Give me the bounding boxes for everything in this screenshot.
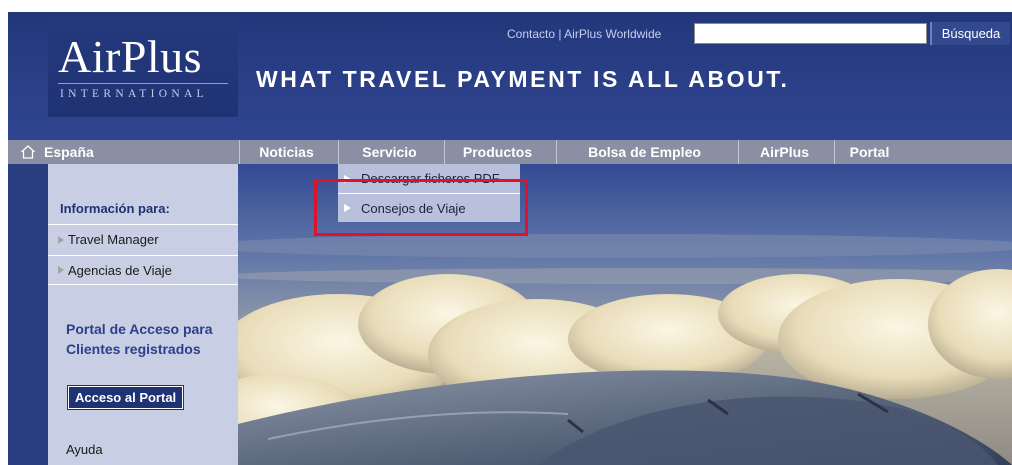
nav-item-airplus[interactable]: AirPlus xyxy=(738,140,830,164)
top-links-separator: | xyxy=(558,27,562,41)
search-input[interactable] xyxy=(694,23,927,44)
portal-heading-line2: Clientes registrados xyxy=(66,341,201,357)
contact-link[interactable]: Contacto xyxy=(507,27,555,41)
highlight-annotation xyxy=(314,179,528,236)
sidebar-item-label: Travel Manager xyxy=(68,232,159,247)
sidebar-item-agencias-de-viaje[interactable]: Agencias de Viaje xyxy=(48,255,238,285)
nav-item-bolsa-de-empleo[interactable]: Bolsa de Empleo xyxy=(556,140,732,164)
home-icon xyxy=(21,145,35,159)
sidebar-title: Información para: xyxy=(48,192,238,224)
page-frame: AirPlus INTERNATIONAL WHAT TRAVEL PAYMEN… xyxy=(8,12,1012,465)
portal-access-button[interactable]: Acceso al Portal xyxy=(66,385,185,410)
nav-home-label: España xyxy=(44,144,94,160)
sidebar-item-label: Agencias de Viaje xyxy=(68,262,172,278)
nav-item-productos[interactable]: Productos xyxy=(444,140,550,164)
nav-home[interactable]: España xyxy=(8,140,238,164)
search-button[interactable]: Búsqueda xyxy=(930,22,1010,45)
tagline: WHAT TRAVEL PAYMENT IS ALL ABOUT. xyxy=(256,66,790,92)
main-nav: España Noticias Servicio Productos Bolsa… xyxy=(8,140,1012,164)
sidebar-item-travel-manager[interactable]: Travel Manager xyxy=(48,224,238,254)
nav-item-noticias[interactable]: Noticias xyxy=(239,140,333,164)
logo-divider xyxy=(58,83,228,84)
left-sidebar: Información para: Travel Manager Agencia… xyxy=(48,164,238,465)
logo-wordmark[interactable]: AirPlus xyxy=(58,30,202,83)
nav-item-servicio[interactable]: Servicio xyxy=(338,140,440,164)
site-header: AirPlus INTERNATIONAL WHAT TRAVEL PAYMEN… xyxy=(8,12,1012,140)
portal-heading: Portal de Acceso para Clientes registrad… xyxy=(66,319,213,359)
worldwide-link[interactable]: AirPlus Worldwide xyxy=(564,27,661,41)
portal-heading-line1: Portal de Acceso para xyxy=(66,321,213,337)
triangle-right-icon xyxy=(58,235,64,244)
help-link[interactable]: Ayuda xyxy=(66,442,103,457)
nav-item-portal[interactable]: Portal xyxy=(834,140,904,164)
top-links: Contacto | AirPlus Worldwide xyxy=(507,27,661,41)
triangle-right-icon xyxy=(58,266,64,274)
logo-subtitle: INTERNATIONAL xyxy=(60,88,208,100)
